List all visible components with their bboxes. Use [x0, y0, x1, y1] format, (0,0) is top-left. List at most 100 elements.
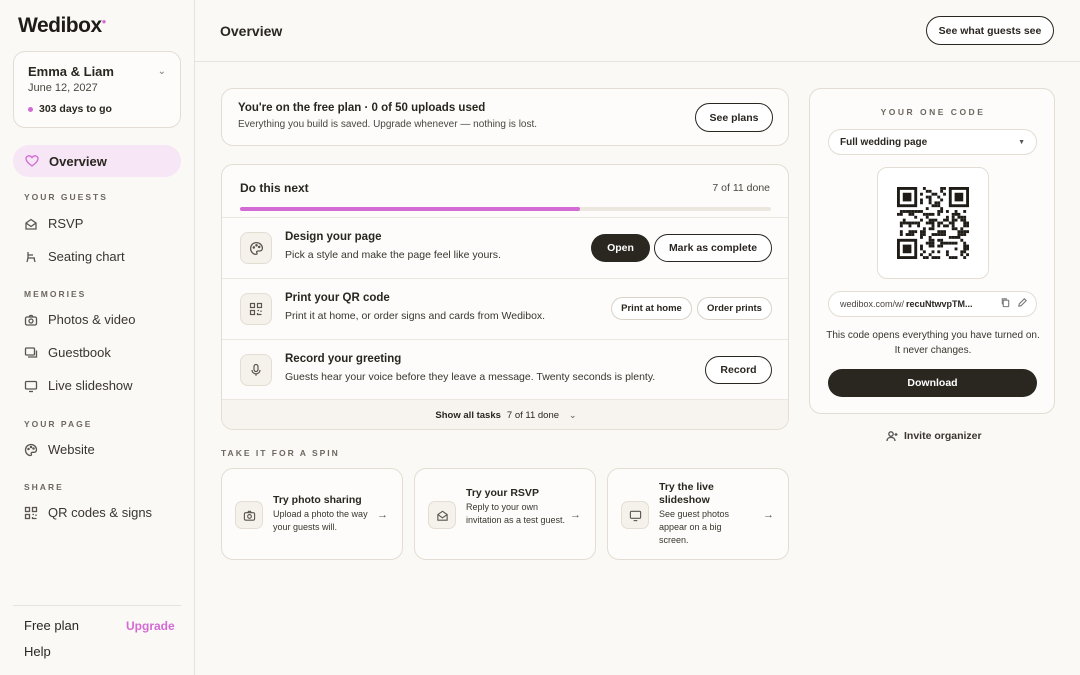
- sidebar-item-label: RSVP: [48, 216, 84, 231]
- task-row: Design your page Pick a style and make t…: [222, 217, 788, 278]
- sidebar-item-label: Photos & video: [48, 312, 136, 327]
- open-button[interactable]: Open: [591, 234, 650, 262]
- task-row: Record your greeting Guests hear your vo…: [222, 339, 788, 400]
- countdown: 303 days to go: [28, 103, 112, 115]
- qr-note: This code opens everything you have turn…: [826, 330, 1040, 356]
- arrow-right-icon: →: [570, 509, 581, 521]
- chair-icon: [24, 250, 38, 264]
- spin-card-text: Try your RSVP Reply to your own invitati…: [466, 487, 566, 527]
- top-bar: Overview See what guests see: [195, 0, 1080, 62]
- qr-link-tools: [1000, 297, 1028, 308]
- spin-card-title: Try your RSVP: [466, 487, 539, 499]
- section-your-page: YOUR PAGE: [24, 419, 93, 429]
- section-memories: MEMORIES: [24, 289, 87, 299]
- qr-link-field[interactable]: wedibox.com/w/ recuNtwvpTM...: [828, 291, 1037, 317]
- divider: [13, 605, 181, 606]
- spin-card-desc: Reply to your own invitation as a test g…: [466, 502, 566, 525]
- qr-target-value: Full wedding page: [840, 136, 928, 148]
- invite-organizer-button[interactable]: Invite organizer: [886, 430, 982, 442]
- chevron-down-icon: ⌄: [569, 410, 577, 420]
- spin-card-rsvp[interactable]: Try your RSVP Reply to your own invitati…: [414, 468, 596, 560]
- tasks-heading: Do this next: [240, 181, 309, 195]
- envelope-icon: [24, 217, 38, 231]
- spin-card-desc: See guest photos appear on a big screen.: [659, 509, 730, 545]
- tasks-card: Do this next 7 of 11 done Design your pa…: [221, 164, 789, 430]
- spin-card-desc: Upload a photo the way your guests will.: [273, 509, 368, 532]
- qr-code-graphic: [897, 187, 969, 259]
- spin-card-title: Try photo sharing: [273, 494, 362, 506]
- sidebar-item-label: Seating chart: [48, 249, 125, 264]
- monitor-icon: [621, 501, 649, 529]
- edit-icon[interactable]: [1017, 297, 1028, 308]
- order-prints-button[interactable]: Order prints: [697, 297, 772, 320]
- microphone-icon: [240, 354, 272, 386]
- upgrade-link[interactable]: Upgrade: [126, 619, 175, 633]
- wedding-date: June 12, 2027: [28, 82, 98, 94]
- spin-card-text: Try photo sharing Upload a photo the way…: [273, 494, 373, 534]
- sidebar-item-website[interactable]: Website: [24, 442, 95, 457]
- heart-icon: [25, 154, 39, 168]
- wedibox-logo[interactable]: Wedibox●: [18, 14, 107, 38]
- qr-card-label: YOUR ONE CODE: [880, 107, 986, 117]
- tasks-progress-bar: [240, 207, 771, 211]
- sidebar-item-seating-chart[interactable]: Seating chart: [24, 249, 125, 264]
- qr-target-select[interactable]: Full wedding page ▼: [828, 129, 1037, 155]
- task-subtitle: Guests hear your voice before they leave…: [285, 371, 656, 383]
- page-title: Overview: [220, 23, 283, 39]
- sidebar-item-label: Website: [48, 442, 95, 457]
- spin-card-live-slideshow[interactable]: Try the live slideshow See guest photos …: [607, 468, 789, 560]
- couple-names: Emma & Liam: [28, 64, 114, 79]
- chevron-down-icon: ⌄: [157, 66, 166, 77]
- sidebar: Wedibox● Emma & Liam ⌄ June 12, 2027 303…: [0, 0, 195, 675]
- sidebar-item-qr-codes-signs[interactable]: QR codes & signs: [24, 505, 152, 520]
- see-what-guests-see-button[interactable]: See what guests see: [926, 16, 1054, 45]
- camera-icon: [24, 313, 38, 327]
- sidebar-item-label: Live slideshow: [48, 378, 133, 393]
- plan-banner: You're on the free plan · 0 of 50 upload…: [221, 88, 789, 146]
- sidebar-item-label: Overview: [49, 153, 107, 169]
- spin-card-title: Try the live slideshow: [659, 481, 714, 506]
- show-all-label: Show all tasks: [435, 410, 501, 421]
- help-link[interactable]: Help: [24, 644, 51, 659]
- tasks-progress-fill: [240, 207, 580, 211]
- task-row: Print your QR code Print it at home, or …: [222, 278, 788, 339]
- plan-name: Free plan: [24, 618, 79, 633]
- see-plans-button[interactable]: See plans: [695, 103, 773, 132]
- couple-switcher[interactable]: Emma & Liam ⌄ June 12, 2027 303 days to …: [13, 51, 181, 128]
- mark-as-complete-button[interactable]: Mark as complete: [654, 234, 772, 262]
- envelope-icon: [428, 501, 456, 529]
- sidebar-item-label: QR codes & signs: [48, 505, 153, 520]
- print-at-home-button[interactable]: Print at home: [611, 297, 692, 320]
- plan-banner-subtitle: Everything you build is saved. Upgrade w…: [238, 119, 538, 130]
- sidebar-item-live-slideshow[interactable]: Live slideshow: [24, 378, 133, 393]
- record-button[interactable]: Record: [705, 356, 772, 384]
- spin-card-photo-sharing[interactable]: Try photo sharing Upload a photo the way…: [221, 468, 403, 560]
- task-subtitle: Pick a style and make the page feel like…: [285, 249, 501, 261]
- qr-icon: [240, 293, 272, 325]
- task-title: Record your greeting: [285, 353, 402, 365]
- plan-banner-title: You're on the free plan · 0 of 50 upload…: [238, 102, 486, 114]
- sidebar-item-guestbook[interactable]: Guestbook: [24, 345, 111, 360]
- section-share: SHARE: [24, 482, 64, 492]
- download-button[interactable]: Download: [828, 369, 1037, 397]
- task-title: Design your page: [285, 231, 382, 243]
- sidebar-item-overview[interactable]: Overview: [13, 145, 181, 177]
- camera-icon: [235, 501, 263, 529]
- qr-link-base: wedibox.com/w/: [840, 299, 905, 309]
- tasks-count: 7 of 11 done: [712, 182, 770, 194]
- task-title: Print your QR code: [285, 292, 390, 304]
- qr-icon: [24, 506, 38, 520]
- copy-icon[interactable]: [1000, 297, 1011, 308]
- sidebar-item-label: Guestbook: [48, 345, 111, 360]
- sidebar-item-rsvp[interactable]: RSVP: [24, 216, 83, 231]
- caret-down-icon: ▼: [1018, 138, 1025, 146]
- spin-section-label: TAKE IT FOR A SPIN: [221, 448, 340, 458]
- palette-icon: [240, 232, 272, 264]
- arrow-right-icon: →: [763, 509, 774, 521]
- monitor-icon: [24, 379, 38, 393]
- show-all-tasks-toggle[interactable]: Show all tasks 7 of 11 done ⌄: [222, 399, 788, 429]
- sidebar-item-photos-video[interactable]: Photos & video: [24, 312, 135, 327]
- spin-card-text: Try the live slideshow See guest photos …: [659, 481, 749, 547]
- qr-code-image: [877, 167, 989, 279]
- qr-link-code: recuNtwvpTM...: [906, 299, 973, 309]
